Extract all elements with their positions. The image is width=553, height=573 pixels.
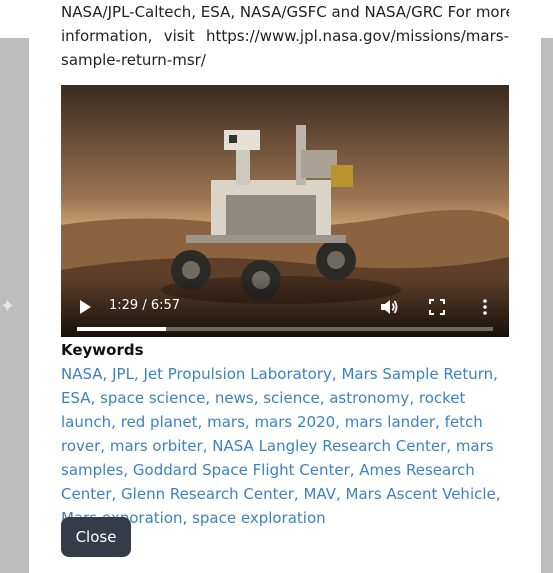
keyword-link[interactable]: red planet (121, 413, 198, 431)
keywords-list: NASA, JPL, Jet Propulsion Laboratory, Ma… (61, 365, 501, 527)
video-time: 1:29 / 6:57 (109, 298, 181, 313)
play-icon[interactable] (77, 299, 93, 315)
close-button[interactable]: Close (61, 517, 131, 557)
keyword-link[interactable]: Mars Sample Return (341, 365, 493, 383)
keyword-link[interactable]: space science (100, 389, 205, 407)
star-decoration-icon: ✦ (0, 296, 16, 317)
keyword-link[interactable]: Jet Propulsion Laboratory (143, 365, 331, 383)
keyword-link[interactable]: Glenn Research Center (121, 485, 294, 503)
keyword-link[interactable]: science (263, 389, 319, 407)
keyword-link[interactable]: mars orbiter (110, 437, 203, 455)
video-player[interactable]: 1:29 / 6:57 (61, 85, 509, 337)
keyword-link[interactable]: astronomy (329, 389, 409, 407)
more-vertical-icon[interactable] (477, 297, 493, 317)
video-description: NASA/JPL-Caltech, ESA, NASA/GSFC and NAS… (61, 0, 509, 72)
keyword-link[interactable]: Mars Ascent Vehicle (346, 485, 496, 503)
keyword-link[interactable]: JPL (112, 365, 134, 383)
keyword-link[interactable]: news (215, 389, 254, 407)
keyword-link[interactable]: NASA (61, 365, 103, 383)
keyword-link[interactable]: Goddard Space Flight Center (133, 461, 350, 479)
keyword-link[interactable]: MAV (303, 485, 336, 503)
keyword-link[interactable]: mars lander (345, 413, 435, 431)
video-modal: NASA/JPL-Caltech, ESA, NASA/GSFC and NAS… (29, 0, 541, 573)
keyword-link[interactable]: space exploration (192, 509, 326, 527)
keyword-link[interactable]: NASA Langley Research Center (212, 437, 446, 455)
keywords-heading: Keywords (61, 341, 144, 359)
description-line: sample-return-msr/ (61, 51, 206, 69)
video-progress-bar[interactable] (77, 327, 493, 331)
keyword-link[interactable]: mars (207, 413, 245, 431)
description-line: NASA/JPL-Caltech, ESA, NASA/GSFC and NAS… (61, 3, 509, 21)
keyword-link[interactable]: ESA (61, 389, 91, 407)
video-controls: 1:29 / 6:57 (61, 277, 509, 337)
volume-icon[interactable] (379, 297, 399, 317)
video-progress-fill (77, 327, 166, 331)
fullscreen-icon[interactable] (429, 299, 445, 315)
description-line: information, visit https://www.jpl.nasa.… (61, 27, 509, 45)
keyword-link[interactable]: mars 2020 (254, 413, 335, 431)
